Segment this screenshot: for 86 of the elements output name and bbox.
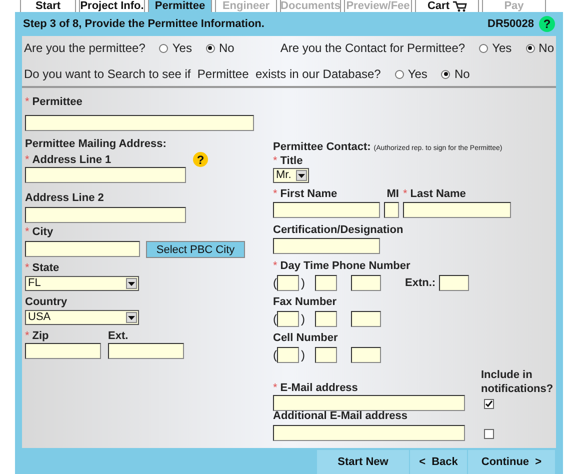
help-icon[interactable]: ?: [193, 152, 208, 167]
field-label: * Zip: [25, 329, 49, 343]
input-field[interactable]: [277, 275, 299, 291]
input-field[interactable]: [351, 275, 381, 291]
radio-option[interactable]: No: [206, 39, 234, 57]
paren-text: ): [301, 275, 305, 292]
nav-button[interactable]: Start New: [316, 450, 409, 474]
checkbox[interactable]: [484, 429, 494, 439]
field-label: Cell Number: [273, 331, 338, 345]
field-label: Extn.:: [405, 276, 436, 291]
column-heading: Include in notifications?: [481, 368, 553, 396]
input-field[interactable]: [273, 202, 380, 218]
radio-option[interactable]: Yes: [159, 39, 192, 57]
field-label: Additional E-Mail address: [273, 409, 408, 423]
input-field[interactable]: [25, 115, 254, 131]
field-label: * State: [25, 261, 60, 275]
field-label: * Title: [273, 154, 303, 168]
input-field[interactable]: [438, 275, 469, 291]
input-field[interactable]: [25, 343, 101, 359]
paren-text: ): [301, 311, 305, 328]
radio-button[interactable]: [394, 70, 404, 78]
field-label: * City: [25, 225, 54, 239]
input-field[interactable]: [25, 167, 186, 183]
paren-text: (: [273, 311, 277, 328]
checkbox[interactable]: [484, 399, 494, 409]
input-field[interactable]: [273, 238, 380, 254]
caret-icon: [296, 170, 307, 181]
dropdown[interactable]: USA: [25, 310, 139, 325]
section-heading: Permittee Contact:: [273, 140, 371, 155]
tab[interactable]: Start: [20, 0, 76, 12]
input-field[interactable]: [277, 311, 299, 327]
input-field[interactable]: [315, 275, 337, 291]
nav-button[interactable]: < Back: [409, 450, 467, 474]
paren-text: (: [273, 275, 277, 292]
radio-button[interactable]: [206, 44, 215, 52]
input-field[interactable]: [384, 202, 399, 218]
radio-option[interactable]: No: [441, 65, 470, 83]
input-field[interactable]: [351, 347, 381, 363]
field-label: * Address Line 1: [25, 152, 112, 166]
input-field[interactable]: [25, 207, 186, 223]
nav-button[interactable]: Continue >: [467, 450, 555, 474]
step-title: Step 3 of 8, Provide the Permittee Information.: [23, 16, 264, 32]
permit-code: DR50028: [488, 16, 534, 32]
input-field[interactable]: [351, 311, 381, 327]
caret-icon: [126, 312, 137, 323]
field-label: * Permittee: [25, 95, 82, 109]
input-field[interactable]: [25, 241, 140, 257]
radio-button[interactable]: [479, 44, 488, 52]
dropdown[interactable]: Mr.: [273, 168, 309, 183]
input-field[interactable]: [315, 311, 337, 327]
input-field[interactable]: [273, 425, 465, 441]
field-label: Address Line 2: [25, 191, 104, 205]
field-label: MI: [386, 187, 399, 201]
field-label: * First Name: [273, 187, 338, 201]
radio-option[interactable]: No: [526, 39, 554, 57]
select-city-button[interactable]: Select PBC City: [146, 241, 245, 258]
field-label: Fax Number: [273, 295, 337, 309]
question-label: Are you the permittee?: [24, 40, 146, 57]
radio-button[interactable]: [441, 70, 450, 78]
field-label: * Day Time Phone Number: [273, 259, 410, 273]
tab[interactable]: Permittee: [148, 0, 212, 12]
dropdown[interactable]: FL: [25, 276, 139, 291]
input-field[interactable]: [273, 395, 465, 411]
input-field[interactable]: [403, 202, 511, 218]
input-field[interactable]: [277, 347, 299, 363]
field-label: * E-Mail address: [273, 381, 358, 395]
tab[interactable]: Project Info.: [79, 0, 145, 12]
field-label: * Last Name: [403, 187, 466, 201]
cart-icon: [452, 0, 466, 12]
caret-icon: [126, 278, 137, 289]
help-icon[interactable]: ?: [539, 16, 555, 32]
field-label: Country: [25, 295, 68, 309]
field-label: Ext.: [108, 329, 128, 343]
question-label: Do you want to Search to see if Permittee exists in our Database?: [24, 66, 381, 83]
question-label: Are you the Contact for Permittee?: [280, 40, 466, 57]
radio-option[interactable]: Yes: [394, 65, 428, 83]
input-field[interactable]: [315, 347, 337, 363]
input-field[interactable]: [108, 343, 184, 359]
section-heading: Permittee Mailing Address:: [25, 137, 168, 152]
field-label: Certification/Designation: [273, 223, 404, 237]
radio-button[interactable]: [526, 44, 535, 52]
paren-text: ): [301, 347, 305, 364]
tab[interactable]: Cart: [415, 0, 479, 12]
paren-text: (: [273, 347, 277, 364]
radio-button[interactable]: [159, 44, 168, 52]
radio-option[interactable]: Yes: [479, 39, 512, 57]
